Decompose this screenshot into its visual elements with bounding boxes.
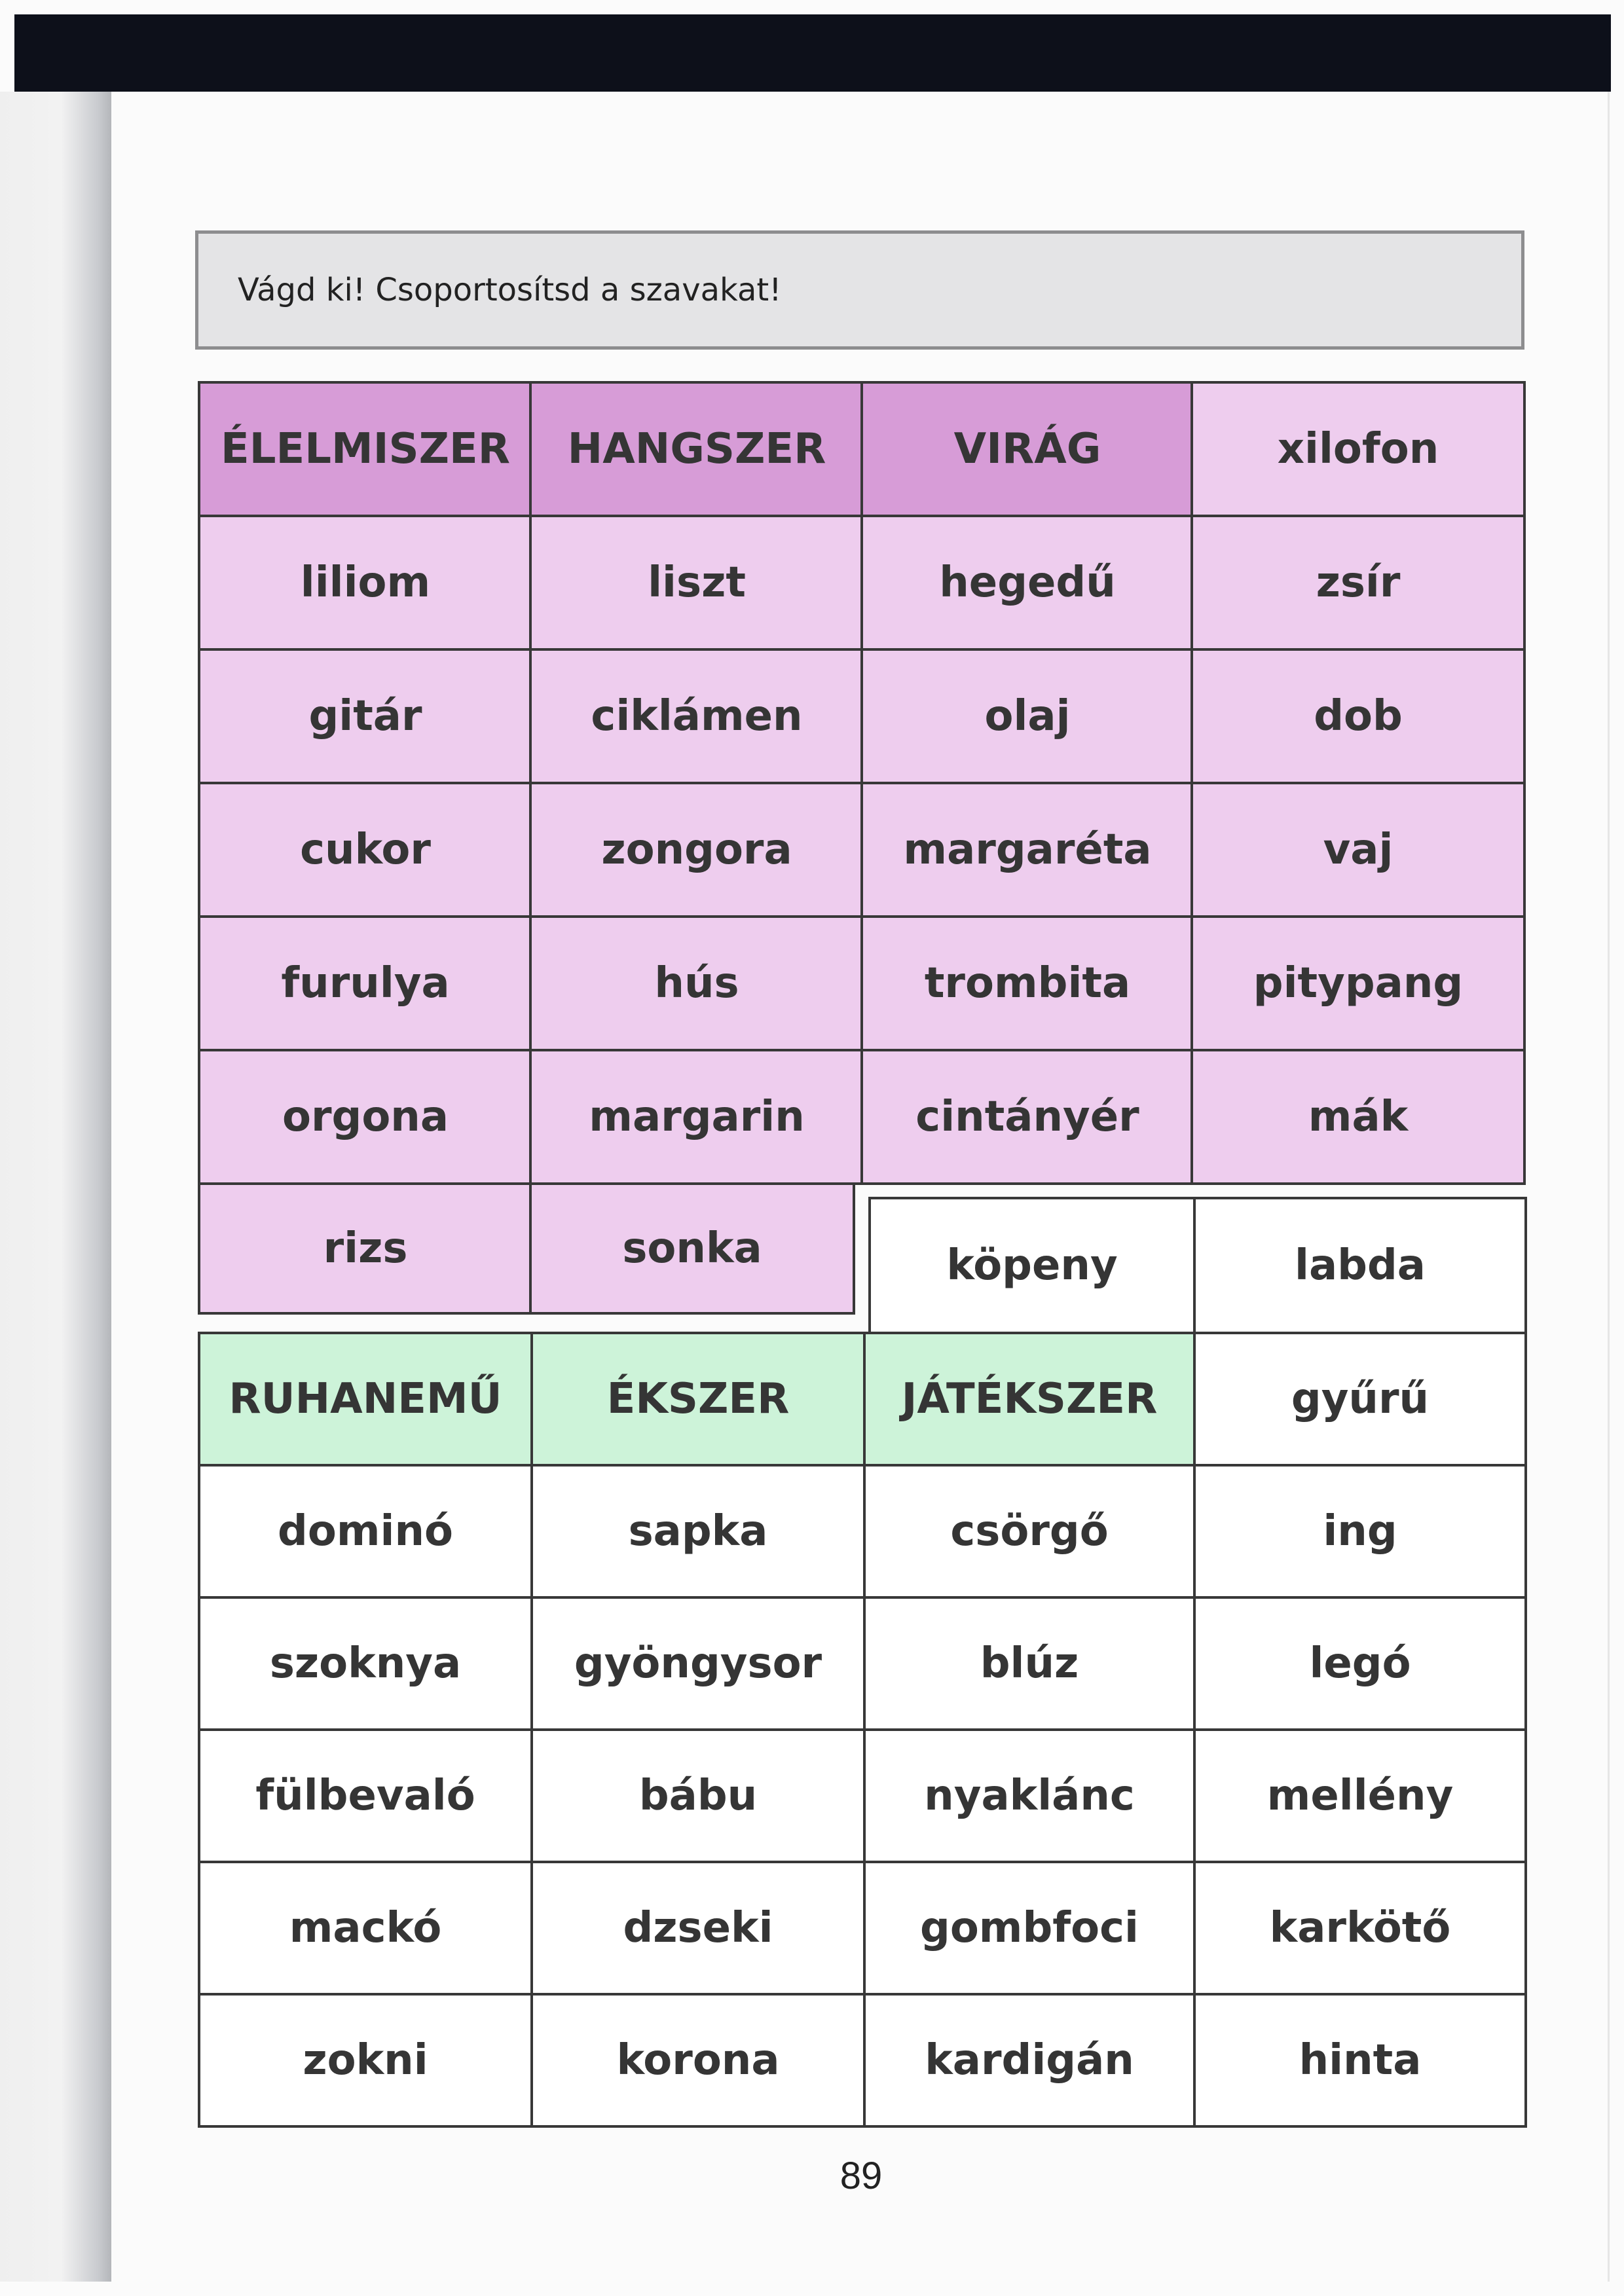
word-card: gyűrű bbox=[1193, 1332, 1527, 1467]
word-card: zongora bbox=[529, 782, 864, 918]
word-card: csörgő bbox=[863, 1464, 1196, 1599]
word-card: hús bbox=[529, 915, 864, 1051]
word-card: mák bbox=[1190, 1049, 1526, 1185]
word-card: legó bbox=[1193, 1596, 1527, 1731]
instruction-box: Vágd ki! Csoportosítsd a szavakat! bbox=[195, 230, 1524, 350]
word-card: gyöngysor bbox=[530, 1596, 866, 1731]
word-card: olaj bbox=[860, 648, 1194, 784]
word-card: gitár bbox=[198, 648, 533, 784]
category-header-food: ÉLELMISZER bbox=[198, 381, 533, 517]
word-card: trombita bbox=[860, 915, 1194, 1051]
word-card: sapka bbox=[530, 1464, 866, 1599]
word-card: liszt bbox=[529, 515, 864, 651]
category-header-toy: JÁTÉKSZER bbox=[863, 1332, 1196, 1467]
word-card: furulya bbox=[198, 915, 533, 1051]
word-card: rizs bbox=[198, 1182, 533, 1315]
word-card: mellény bbox=[1193, 1728, 1527, 1863]
word-card: zsír bbox=[1190, 515, 1526, 651]
instruction-text: Vágd ki! Csoportosítsd a szavakat! bbox=[238, 272, 782, 308]
word-card: cukor bbox=[198, 782, 533, 918]
word-card: kardigán bbox=[863, 1993, 1196, 2128]
category-header-instrument: HANGSZER bbox=[529, 381, 864, 517]
category-header-flower: VIRÁG bbox=[860, 381, 1194, 517]
word-card: karkötő bbox=[1193, 1861, 1527, 1995]
word-card: liliom bbox=[198, 515, 533, 651]
word-card: szoknya bbox=[198, 1596, 533, 1731]
page-edge bbox=[1608, 92, 1610, 2282]
word-card: hegedű bbox=[860, 515, 1194, 651]
word-card: hinta bbox=[1193, 1993, 1527, 2128]
word-card: ciklámen bbox=[529, 648, 864, 784]
word-card: korona bbox=[530, 1993, 866, 2128]
page-binding-shadow bbox=[0, 92, 111, 2282]
word-card: gombfoci bbox=[863, 1861, 1196, 1995]
word-card: xilofon bbox=[1190, 381, 1526, 517]
word-card: köpeny bbox=[868, 1197, 1196, 1334]
word-card: sonka bbox=[529, 1182, 855, 1315]
word-card: nyaklánc bbox=[863, 1728, 1196, 1863]
word-card: bábu bbox=[530, 1728, 866, 1863]
category-header-clothing: RUHANEMŰ bbox=[198, 1332, 533, 1467]
page-number: 89 bbox=[840, 2155, 883, 2197]
word-card: fülbevaló bbox=[198, 1728, 533, 1863]
word-card: dob bbox=[1190, 648, 1526, 784]
word-card: labda bbox=[1193, 1197, 1527, 1334]
word-card: blúz bbox=[863, 1596, 1196, 1731]
word-card: cintányér bbox=[860, 1049, 1194, 1185]
word-card: ing bbox=[1193, 1464, 1527, 1599]
word-card: margarin bbox=[529, 1049, 864, 1185]
word-card: dzseki bbox=[530, 1861, 866, 1995]
category-header-jewelry: ÉKSZER bbox=[530, 1332, 866, 1467]
word-card: zokni bbox=[198, 1993, 533, 2128]
word-card: margaréta bbox=[860, 782, 1194, 918]
word-card: dominó bbox=[198, 1464, 533, 1599]
scan-top-bar bbox=[14, 14, 1611, 92]
word-card: orgona bbox=[198, 1049, 533, 1185]
word-card: pitypang bbox=[1190, 915, 1526, 1051]
word-card: vaj bbox=[1190, 782, 1526, 918]
word-card: mackó bbox=[198, 1861, 533, 1995]
